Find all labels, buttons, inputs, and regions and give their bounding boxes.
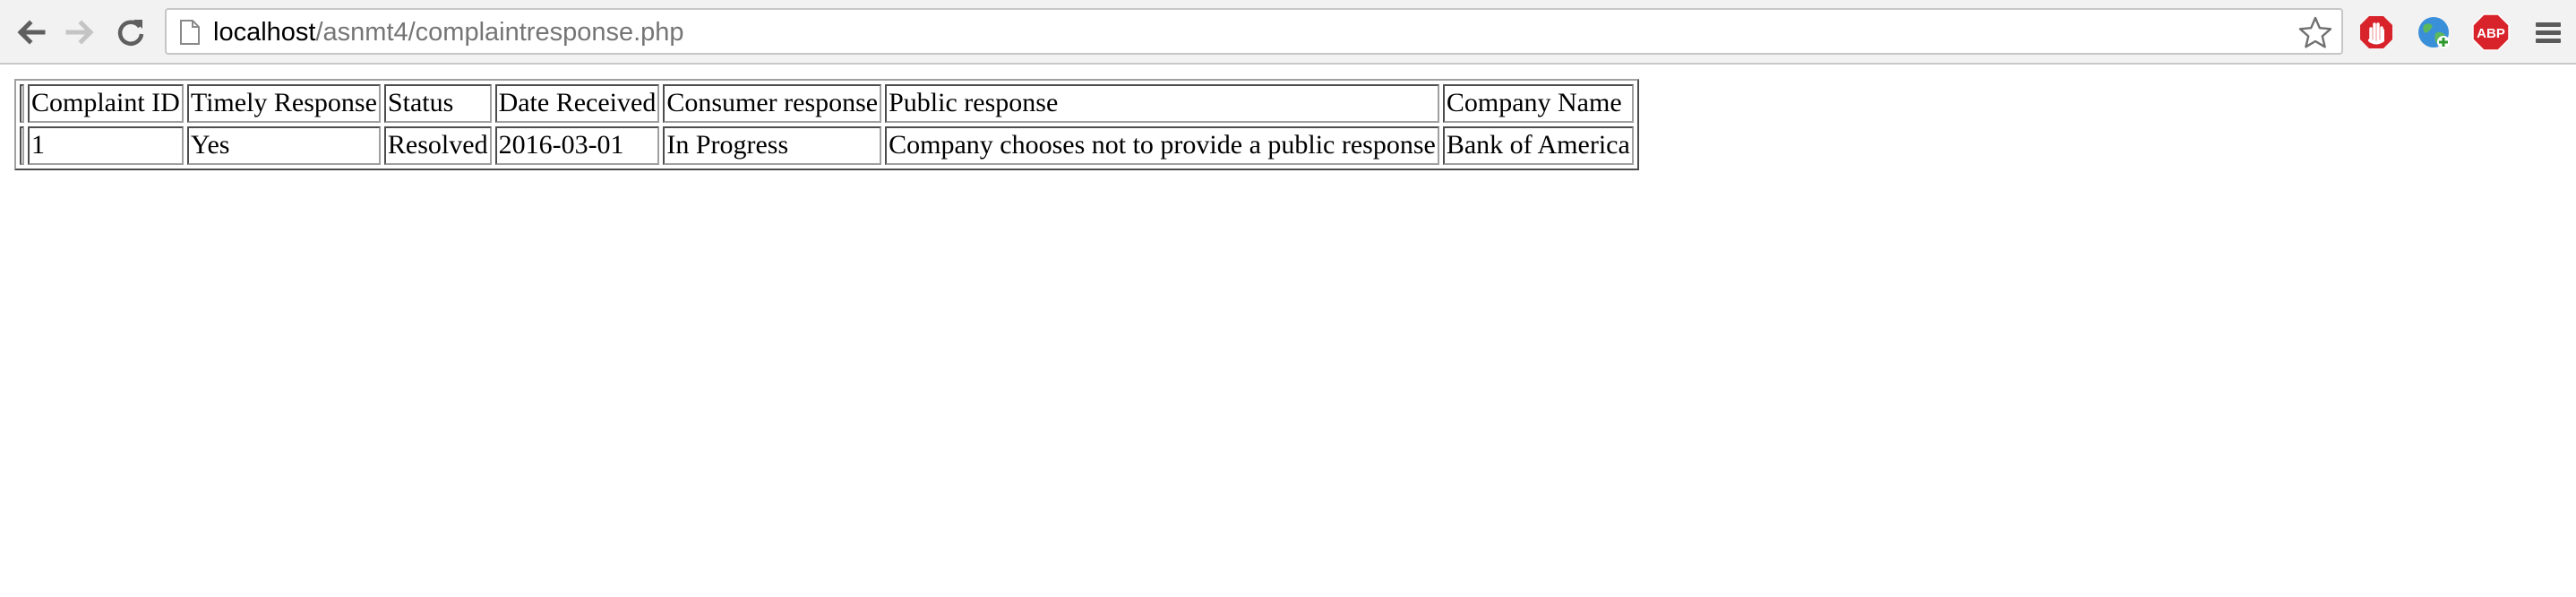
adblock-label: ABP bbox=[2477, 26, 2505, 41]
url-path: /asnmt4/complaintresponse.php bbox=[315, 18, 684, 47]
header-consumer-response: Consumer response bbox=[663, 84, 882, 123]
extension-globe-button[interactable] bbox=[2415, 13, 2452, 51]
page-content: Complaint ID Timely Response Status Date… bbox=[14, 79, 1639, 170]
header-timely-response: Timely Response bbox=[186, 84, 381, 123]
reload-button[interactable] bbox=[111, 13, 150, 52]
table-body: Complaint ID Timely Response Status Date… bbox=[20, 84, 1634, 165]
table-header-row: Complaint ID Timely Response Status Date… bbox=[20, 84, 1634, 123]
complaint-response-table: Complaint ID Timely Response Status Date… bbox=[14, 79, 1639, 170]
cell-status: Resolved bbox=[383, 126, 492, 165]
cell-consumer-response: In Progress bbox=[663, 126, 882, 165]
cell-public-response: Company chooses not to provide a public … bbox=[885, 126, 1439, 165]
cell-timely-response: Yes bbox=[186, 126, 381, 165]
reload-icon bbox=[117, 20, 144, 46]
address-bar[interactable]: localhost/asnmt4/complaintresponse.php bbox=[165, 8, 2343, 55]
empty-cell bbox=[20, 84, 24, 123]
forward-button[interactable] bbox=[61, 13, 100, 52]
header-status: Status bbox=[383, 84, 492, 123]
header-complaint-id: Complaint ID bbox=[28, 84, 184, 123]
browser-toolbar: localhost/asnmt4/complaintresponse.php A… bbox=[0, 0, 2576, 65]
url-host: localhost bbox=[213, 18, 316, 47]
extension-stop-button[interactable] bbox=[2357, 13, 2395, 51]
header-date-received: Date Received bbox=[494, 84, 660, 123]
extension-adblock-button[interactable]: ABP bbox=[2472, 13, 2510, 51]
url-text: localhost/asnmt4/complaintresponse.php bbox=[213, 17, 684, 48]
empty-cell bbox=[20, 126, 24, 165]
cell-date-received: 2016-03-01 bbox=[494, 126, 660, 165]
forward-arrow-icon bbox=[65, 20, 94, 45]
bookmark-star-icon[interactable] bbox=[2298, 16, 2332, 48]
red-hand-stop-icon bbox=[2360, 16, 2392, 48]
globe-icon bbox=[2418, 17, 2450, 48]
table-row: 1 Yes Resolved 2016-03-01 In Progress Co… bbox=[20, 126, 1634, 165]
cell-complaint-id: 1 bbox=[28, 126, 184, 165]
browser-menu-button[interactable] bbox=[2533, 16, 2563, 48]
header-company-name: Company Name bbox=[1442, 84, 1634, 123]
adblock-plus-icon: ABP bbox=[2472, 13, 2510, 51]
cell-company-name: Bank of America bbox=[1442, 126, 1634, 165]
header-public-response: Public response bbox=[885, 84, 1439, 123]
back-button[interactable] bbox=[11, 13, 50, 52]
page-icon bbox=[180, 20, 200, 45]
back-arrow-icon bbox=[17, 20, 46, 45]
